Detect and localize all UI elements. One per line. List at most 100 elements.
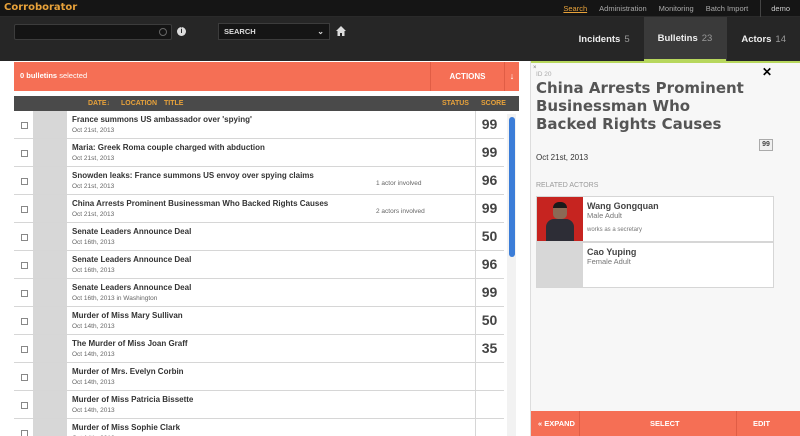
tab-incidents[interactable]: Incidents 5 [565,17,644,61]
row-thumbnail [33,391,67,418]
row-title[interactable]: China Arrests Prominent Businessman Who … [72,199,328,208]
edit-button[interactable]: EDIT [753,411,770,436]
row-checkbox[interactable] [21,346,28,353]
row-thumbnail [33,195,67,222]
row-date: Oct 14th, 2013 [72,407,115,414]
actor-photo [537,197,583,241]
arrow-down-icon[interactable]: ↓ [504,62,519,91]
row-score: 50 [481,228,498,244]
row-title[interactable]: France summons US ambassador over 'spyin… [72,115,252,124]
row-score: 50 [481,312,498,328]
related-actors-heading: RELATED ACTORS [536,182,599,189]
row-date: Oct 21st, 2013 [72,211,115,218]
table-row[interactable]: Murder of Miss Mary Sullivan Oct 14th, 20… [14,307,504,335]
row-thumbnail [33,363,67,390]
row-title[interactable]: Maria: Greek Roma couple charged with ab… [72,143,265,152]
info-icon[interactable]: i [177,27,186,36]
row-date: Oct 21st, 2013 [72,155,115,162]
row-title[interactable]: Senate Leaders Announce Deal [72,255,191,264]
search-type-select[interactable]: SEARCH ⌄ [218,23,330,40]
home-icon[interactable] [336,26,346,36]
table-row[interactable]: Senate Leaders Announce Deal Oct 16th, 20… [14,223,504,251]
table-row[interactable]: Murder of Mrs. Evelyn Corbin Oct 14th, 20… [14,363,504,391]
sort-location[interactable]: LOCATION [121,100,157,107]
row-title[interactable]: Senate Leaders Announce Deal [72,227,191,236]
table-row[interactable]: France summons US ambassador over 'spyin… [14,111,504,139]
chevron-down-icon: ⌄ [317,27,324,36]
nav-link-monitoring[interactable]: Monitoring [659,4,694,13]
row-date: Oct 16th, 2013 [72,267,115,274]
nav-link-batch-import[interactable]: Batch Import [706,4,749,13]
row-score: 99 [481,284,498,300]
tab-label: Actors [741,33,772,45]
row-checkbox[interactable] [21,430,28,436]
row-score: 99 [481,144,498,160]
sort-score[interactable]: SCORE [481,100,506,107]
row-checkbox[interactable] [21,262,28,269]
sort-status[interactable]: STATUS [442,100,469,107]
row-date: Oct 14th, 2013 [72,323,115,330]
nav-link-administration[interactable]: Administration [599,4,647,13]
row-status [475,391,504,418]
bulletin-id: ID 20 [536,71,552,78]
row-title[interactable]: Murder of Mrs. Evelyn Corbin [72,367,184,376]
row-title[interactable]: The Murder of Miss Joan Graff [72,339,188,348]
row-thumbnail [33,279,67,306]
row-checkbox[interactable] [21,178,28,185]
tab-label: Bulletins [657,32,698,44]
table-row[interactable]: Murder of Miss Patricia Bissette Oct 14th… [14,391,504,419]
detail-panel: × ✕ ID 20 China Arrests Prominent Busine… [530,61,800,436]
row-title[interactable]: Murder of Miss Patricia Bissette [72,395,193,404]
row-checkbox[interactable] [21,206,28,213]
search-type-value: SEARCH [224,27,256,36]
row-checkbox[interactable] [21,318,28,325]
close-icon[interactable]: ✕ [762,65,772,79]
sort-date[interactable]: DATE↓ [88,100,110,107]
row-date: Oct 14th, 2013 [72,351,115,358]
actor-photo-placeholder [537,243,583,287]
row-checkbox[interactable] [21,402,28,409]
footer-divider [736,411,737,436]
actor-card[interactable]: Wang Gongquan Male Adult works as a secr… [536,196,774,242]
row-status [475,419,504,436]
row-thumbnail [33,167,67,194]
table-row[interactable]: The Murder of Miss Joan Graff Oct 14th, 2… [14,335,504,363]
row-checkbox[interactable] [21,122,28,129]
row-score: 96 [481,256,498,272]
tab-actors[interactable]: Actors 14 [726,17,800,61]
table-row[interactable]: China Arrests Prominent Businessman Who … [14,195,504,223]
tab-count: 23 [701,32,713,44]
spinner-icon [159,28,167,36]
column-header: DATE↓ LOCATION TITLE STATUS SCORE [14,96,519,111]
table-row[interactable]: Senate Leaders Announce Deal Oct 16th, 20… [14,279,504,307]
row-checkbox[interactable] [21,234,28,241]
row-title[interactable]: Snowden leaks: France summons US envoy o… [72,171,314,180]
row-score: 35 [481,340,498,356]
user-menu[interactable]: demo [760,0,800,17]
row-title[interactable]: Senate Leaders Announce Deal [72,283,191,292]
row-score: 99 [481,200,498,216]
select-button[interactable]: SELECT [650,411,680,436]
detail-footer: « EXPAND SELECT EDIT [531,411,800,436]
table-row[interactable]: Senate Leaders Announce Deal Oct 16th, 20… [14,251,504,279]
selection-number: 0 bulletins [20,71,58,80]
row-checkbox[interactable] [21,290,28,297]
row-title[interactable]: Murder of Miss Sophie Clark [72,423,180,432]
row-checkbox[interactable] [21,150,28,157]
sort-title[interactable]: TITLE [164,100,183,107]
actions-button[interactable]: ACTIONS [430,62,504,91]
nav-link-search[interactable]: Search [563,4,587,13]
tab-bulletins[interactable]: Bulletins 23 [643,17,727,61]
search-input[interactable] [14,24,172,40]
scrollbar-thumb[interactable] [509,117,515,257]
row-title[interactable]: Murder of Miss Mary Sullivan [72,311,183,320]
table-row[interactable]: Maria: Greek Roma couple charged with ab… [14,139,504,167]
expand-button[interactable]: « EXPAND [538,411,575,436]
col-date-label: DATE [88,100,107,107]
actor-card[interactable]: Cao Yuping Female Adult [536,242,774,288]
table-row[interactable]: Snowden leaks: France summons US envoy o… [14,167,504,195]
row-checkbox[interactable] [21,374,28,381]
table-row[interactable]: Murder of Miss Sophie ClarkOct 14th, 201… [14,419,504,436]
actor-type: Female Adult [587,257,631,266]
app-logo[interactable]: Corroborator [4,2,77,13]
